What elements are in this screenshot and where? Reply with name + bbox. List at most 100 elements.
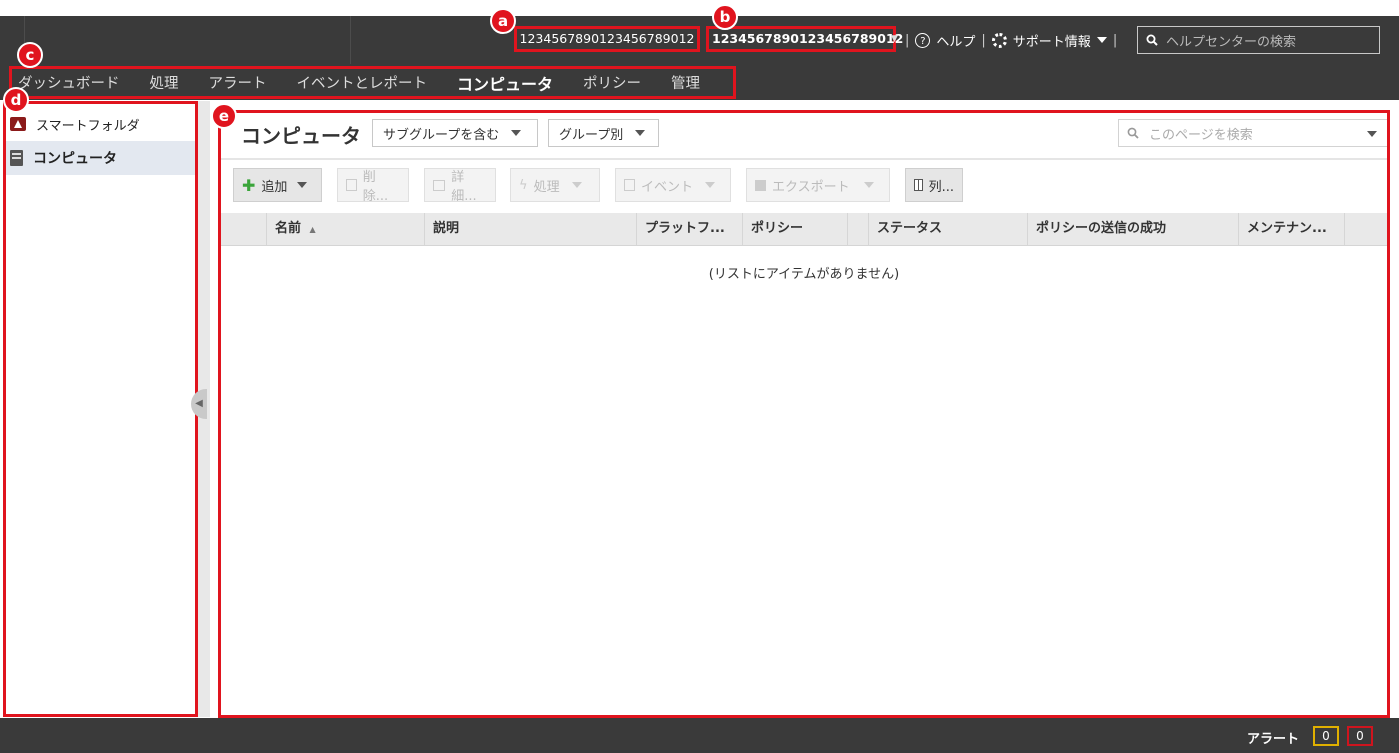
computer-icon [10, 150, 23, 166]
column-header-status[interactable]: ステータス [877, 213, 942, 245]
chevron-down-icon [863, 182, 874, 188]
table-header: 名前 ▲ 説明 プラットフ... ポリシー ステータス ポリシーの送信の成功 メ… [221, 213, 1387, 246]
user-menu[interactable]: 1234567890123456789012 [706, 26, 903, 52]
columns-icon [914, 179, 923, 191]
subgroup-dropdown-label: サブグループを含む [383, 127, 500, 143]
delete-button[interactable]: 削除... [337, 168, 409, 204]
columns-button-label: 列... [928, 179, 954, 195]
trash-icon [346, 179, 357, 191]
lightning-icon: ϟ [519, 177, 528, 193]
events-button-label: イベント [641, 179, 694, 195]
support-link[interactable]: サポート情報 [1013, 31, 1091, 50]
column-header-description[interactable]: 説明 [433, 213, 459, 245]
subgroup-dropdown[interactable]: サブグループを含む [372, 119, 538, 147]
delete-button-label: 削除... [362, 170, 389, 204]
export-button-label: エクスポート [772, 179, 850, 195]
nav-tabs: ダッシュボード 処理 アラート イベントとレポート コンピュータ ポリシー 管理 [9, 66, 736, 99]
group-by-dropdown[interactable]: グループ別 [548, 119, 659, 147]
main-panel: コンピュータ サブグループを含む グループ別 このページを検索 ✚ 追加 削除.… [218, 110, 1390, 718]
empty-list-message: (リストにアイテムがありません) [708, 267, 900, 282]
details-icon [433, 179, 446, 191]
help-search-placeholder: ヘルプセンターの検索 [1166, 34, 1297, 50]
export-button[interactable]: エクスポート [746, 168, 890, 202]
actions-button-label: 処理 [533, 179, 560, 195]
nav-tab-3[interactable]: イベントとレポート [297, 72, 428, 93]
chevron-down-icon [705, 182, 716, 188]
help-link[interactable]: ヘルプ [936, 31, 975, 50]
nav-tab-4[interactable]: コンピュータ [457, 71, 553, 95]
details-button-label: 詳細... [451, 170, 477, 204]
search-icon [1146, 34, 1158, 46]
columns-button[interactable]: 列... [905, 168, 963, 202]
details-button[interactable]: 詳細... [424, 168, 496, 204]
divider [221, 158, 1387, 160]
marker-c: c [17, 42, 43, 68]
save-icon [755, 179, 766, 191]
chevron-down-icon [571, 182, 582, 188]
divider: | [1112, 32, 1118, 48]
events-button[interactable]: イベント [615, 168, 731, 202]
plus-icon: ✚ [242, 175, 256, 195]
column-header-name[interactable]: 名前 ▲ [275, 213, 316, 245]
critical-alert-count[interactable]: 0 [1347, 726, 1373, 746]
column-divider [1238, 213, 1239, 245]
top-bar: 1234567890123456789012 12345678901234567… [0, 16, 1399, 64]
divider: | [905, 32, 910, 48]
marker-e: e [211, 103, 237, 129]
nav-tab-2[interactable]: アラート [209, 72, 267, 93]
nav-tab-1[interactable]: 処理 [150, 72, 179, 93]
top-links: | ? ヘルプ | サポート情報 | [905, 30, 1117, 50]
column-divider [847, 213, 848, 245]
divider: | [981, 32, 986, 48]
alerts-label: アラート [1247, 732, 1300, 747]
sidebar-item-label: スマートフォルダ [36, 118, 140, 134]
help-icon[interactable]: ? [915, 32, 931, 48]
user-menu-caret-icon[interactable]: ▼ [891, 34, 898, 44]
column-header-policy-send-success[interactable]: ポリシーの送信の成功 [1036, 213, 1166, 245]
help-search-input[interactable]: ヘルプセンターの検索 [1137, 26, 1380, 54]
search-icon [1127, 127, 1139, 139]
chevron-down-icon [511, 130, 522, 136]
sidebar: スマートフォルダ コンピュータ [3, 101, 198, 717]
status-bar: アラート 0 0 [0, 718, 1399, 753]
sidebar-item-smart-folders[interactable]: スマートフォルダ [6, 107, 195, 141]
sidebar-item-computers[interactable]: コンピュータ [6, 141, 195, 175]
chevron-down-icon [297, 182, 308, 188]
add-button-label: 追加 [261, 179, 288, 195]
column-divider [742, 213, 743, 245]
column-divider [868, 213, 869, 245]
marker-a: a [490, 8, 516, 34]
nav-tab-0[interactable]: ダッシュボード [18, 72, 120, 93]
top-bar-divider [350, 16, 351, 64]
sidebar-item-label: コンピュータ [33, 151, 117, 167]
column-header-label: 名前 [275, 221, 302, 236]
calendar-icon [624, 179, 635, 191]
sort-ascending-icon: ▲ [309, 225, 316, 234]
column-header-maintenance[interactable]: メンテナン... [1247, 213, 1327, 245]
chevron-down-icon [635, 130, 646, 136]
page-title: コンピュータ [241, 124, 361, 148]
add-button[interactable]: ✚ 追加 [233, 168, 322, 202]
group-by-dropdown-label: グループ別 [559, 127, 624, 143]
nav-tab-6[interactable]: 管理 [671, 72, 700, 93]
column-divider [1344, 213, 1345, 245]
column-divider [424, 213, 425, 245]
main-nav: ダッシュボード 処理 アラート イベントとレポート コンピュータ ポリシー 管理 [0, 64, 1399, 100]
column-divider [266, 213, 267, 245]
column-header-policy[interactable]: ポリシー [751, 213, 803, 245]
column-divider [1027, 213, 1028, 245]
lifebuoy-icon[interactable] [991, 32, 1007, 48]
column-divider [636, 213, 637, 245]
actions-button[interactable]: ϟ 処理 [510, 168, 600, 202]
marker-b: b [712, 4, 738, 30]
chevron-down-icon[interactable] [1367, 131, 1377, 137]
nav-tab-5[interactable]: ポリシー [583, 72, 641, 93]
chevron-down-icon[interactable] [1096, 37, 1107, 43]
account-id[interactable]: 1234567890123456789012 [514, 26, 700, 52]
smart-folder-icon [10, 117, 26, 131]
page-search-input[interactable]: このページを検索 [1118, 119, 1387, 147]
page-search-placeholder: このページを検索 [1149, 127, 1253, 143]
warning-alert-count[interactable]: 0 [1313, 726, 1339, 746]
column-header-platform[interactable]: プラットフ... [645, 213, 725, 245]
marker-d: d [3, 87, 29, 113]
